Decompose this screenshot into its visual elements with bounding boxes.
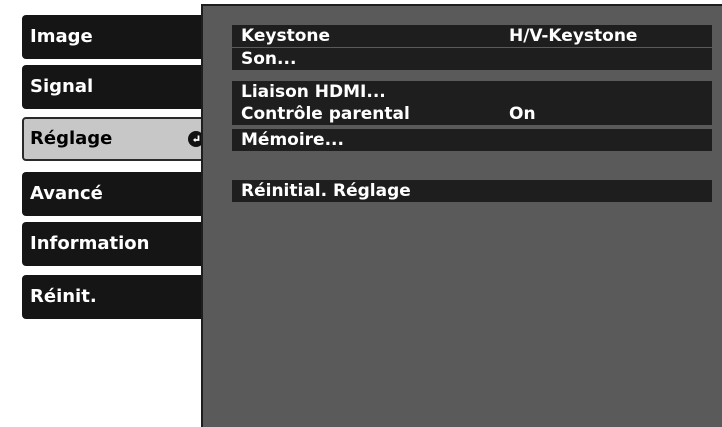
- tab-label: Signal: [30, 76, 94, 97]
- tab-label: Réinit.: [30, 286, 97, 307]
- tab-label: Image: [30, 26, 93, 47]
- tab-information[interactable]: Information: [22, 222, 201, 266]
- setting-label: Réinitial. Réglage: [241, 181, 411, 201]
- tab-avance[interactable]: Avancé: [22, 172, 201, 216]
- setting-row-memoire[interactable]: Mémoire...: [232, 129, 712, 151]
- projector-osd-menu: Image Signal Réglage Avancé Information …: [0, 0, 722, 427]
- tab-label: Avancé: [30, 183, 103, 204]
- setting-label: Liaison HDMI...: [241, 82, 386, 102]
- setting-row-controle-parental[interactable]: Contrôle parental On: [232, 103, 712, 125]
- tab-reglage[interactable]: Réglage: [22, 117, 218, 161]
- tab-signal[interactable]: Signal: [22, 65, 201, 109]
- setting-value: H/V-Keystone: [509, 26, 638, 46]
- setting-label: Contrôle parental: [241, 104, 410, 124]
- tab-image[interactable]: Image: [22, 15, 201, 59]
- setting-label: Mémoire...: [241, 130, 344, 150]
- setting-label: Keystone: [241, 26, 331, 46]
- setting-row-keystone[interactable]: Keystone H/V-Keystone: [232, 25, 712, 47]
- tab-reinit[interactable]: Réinit.: [22, 275, 201, 319]
- setting-value: On: [509, 104, 536, 124]
- setting-row-liaison-hdmi[interactable]: Liaison HDMI...: [232, 81, 712, 103]
- tab-label: Information: [30, 233, 150, 254]
- setting-label: Son...: [241, 49, 297, 69]
- setting-row-reinitial-reglage[interactable]: Réinitial. Réglage: [232, 180, 712, 202]
- tab-label: Réglage: [30, 128, 113, 149]
- setting-row-son[interactable]: Son...: [232, 48, 712, 70]
